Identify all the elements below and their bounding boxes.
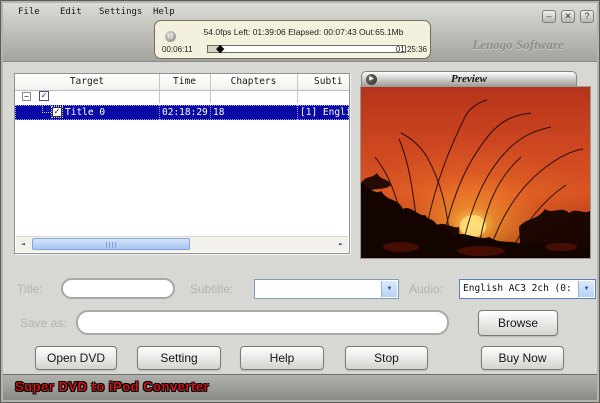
app-window: File Edit Settings Help – ✕ ? Lenogo Sof…	[0, 0, 600, 403]
collapse-icon[interactable]: −	[22, 92, 31, 101]
preview-video	[361, 87, 590, 258]
encoding-summary: 54.0fps Left: 01:39:06 Elapsed: 00:07:43…	[203, 27, 404, 37]
cell-divider	[159, 105, 160, 120]
encoding-spinner-icon: ↺	[165, 31, 176, 42]
sunset-image	[361, 87, 590, 258]
col-target[interactable]: Target	[15, 76, 159, 87]
check-icon: ✓	[54, 107, 60, 117]
check-icon: ✓	[41, 91, 47, 101]
menu-help[interactable]: Help	[153, 7, 175, 17]
question-icon: ?	[584, 11, 590, 21]
help-button[interactable]: Help	[240, 346, 324, 370]
cell-divider	[297, 105, 298, 120]
col-subtitle[interactable]: Subti	[314, 76, 343, 87]
save-as-label: Save as:	[20, 316, 67, 330]
chevron-down-icon[interactable]: ▼	[578, 281, 594, 297]
col-time[interactable]: Time	[159, 76, 210, 87]
status-bar: Super DVD to iPod Converter	[3, 374, 597, 400]
title-input[interactable]	[61, 278, 175, 299]
close-icon: ✕	[564, 11, 572, 21]
root-checkbox[interactable]: ✓	[39, 91, 49, 101]
audio-dropdown[interactable]: English AC3 2ch (0: ▼	[459, 279, 596, 299]
stop-button[interactable]: Stop	[345, 346, 428, 370]
subtitle-label: Subtitle:	[190, 282, 234, 296]
scroll-right-icon[interactable]: ►	[334, 238, 348, 251]
col-chapters[interactable]: Chapters	[210, 76, 297, 87]
menu-settings[interactable]: Settings	[99, 7, 142, 17]
scroll-left-icon[interactable]: ◄	[16, 238, 30, 251]
elapsed-time: 00:06:11	[162, 45, 193, 54]
app-name: Super DVD to iPod Converter	[15, 379, 210, 394]
minimize-icon: –	[546, 11, 552, 21]
audio-label: Audio:	[409, 282, 444, 296]
setting-button[interactable]: Setting	[137, 346, 221, 370]
cell-subtitle: [1] Engli	[300, 107, 349, 118]
title-menu-bar: File Edit Settings Help – ✕ ? Lenogo Sof…	[3, 3, 597, 62]
cell-divider	[210, 105, 211, 120]
cell-chapters: 18	[213, 107, 225, 118]
buy-now-button[interactable]: Buy Now	[481, 346, 564, 370]
preview-header: ▶ Preview	[361, 71, 577, 87]
title-label: Title:	[17, 282, 43, 296]
window-help-button[interactable]: ?	[580, 10, 594, 23]
table-header: Target Time Chapters Subti	[15, 74, 349, 91]
table-row[interactable]: ✓ Title 0 02:18:29 18 [1] Engli	[15, 105, 349, 120]
chevron-down-icon[interactable]: ▼	[381, 281, 397, 297]
slider-marker-icon[interactable]: ◆	[216, 42, 224, 56]
cell-time: 02:18:29	[162, 107, 208, 118]
minimize-button[interactable]: –	[542, 10, 556, 23]
subtitle-dropdown[interactable]: ▼	[254, 279, 399, 299]
title-checkbox[interactable]: ✓	[51, 106, 63, 118]
tree-connector	[42, 105, 51, 113]
encoding-status-panel: ↺ 54.0fps Left: 01:39:06 Elapsed: 00:07:…	[154, 20, 431, 59]
preview-title: Preview	[450, 73, 488, 85]
tree-root-row[interactable]: − ✓	[15, 91, 349, 103]
title-list-table: Target Time Chapters Subti − ✓ ✓ Title 0…	[14, 73, 350, 254]
progress-slider[interactable]: ◆	[207, 42, 406, 56]
menu-edit[interactable]: Edit	[60, 7, 82, 17]
scrollbar-thumb[interactable]	[32, 238, 190, 250]
browse-button[interactable]: Browse	[478, 310, 558, 336]
menu-file[interactable]: File	[18, 7, 40, 17]
horizontal-scrollbar[interactable]: ◄ ►	[16, 236, 348, 252]
close-button[interactable]: ✕	[561, 10, 575, 23]
open-dvd-button[interactable]: Open DVD	[35, 346, 117, 370]
thumb-grip	[106, 242, 116, 248]
cell-target: Title 0	[65, 107, 106, 118]
save-as-input[interactable]	[76, 310, 449, 335]
total-time: 01:25:36	[395, 45, 427, 54]
brand-watermark: Lenogo Software	[472, 37, 564, 52]
audio-value: English AC3 2ch (0:	[463, 283, 572, 294]
